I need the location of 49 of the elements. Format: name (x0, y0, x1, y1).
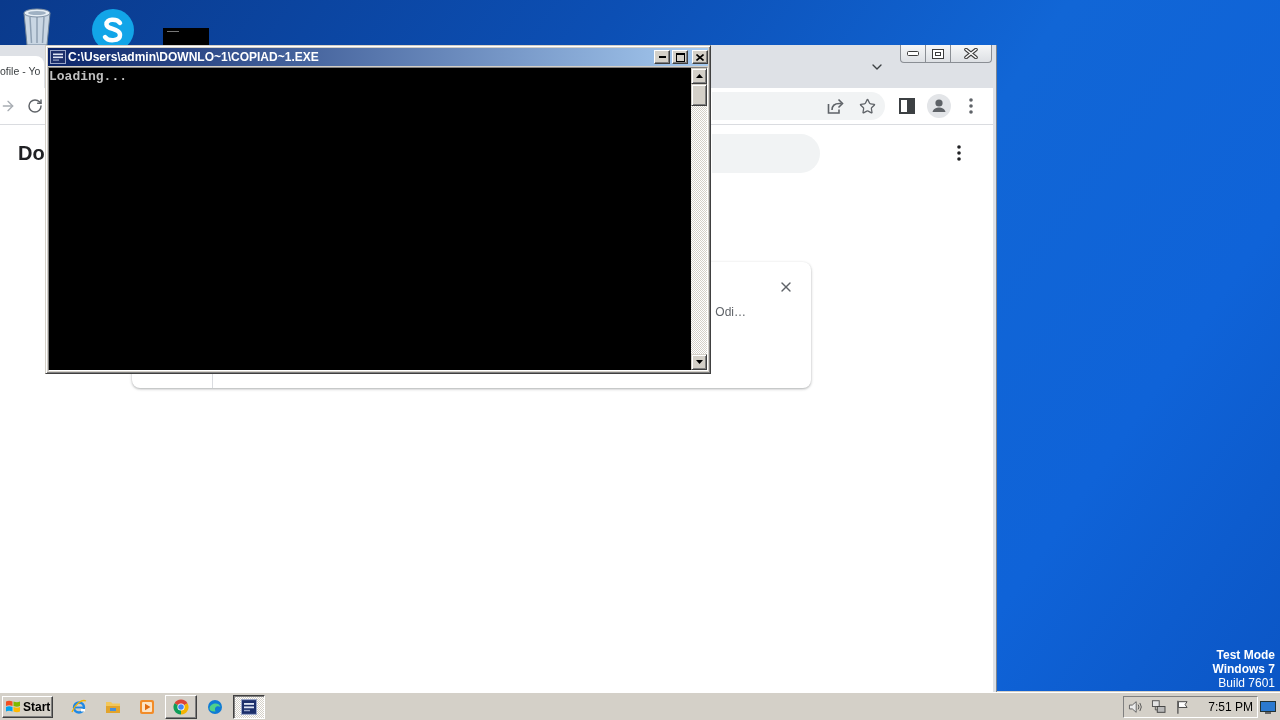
taskbar-button[interactable] (233, 694, 265, 719)
reload-button[interactable] (26, 97, 44, 115)
file-url-text: Odi… (715, 304, 746, 320)
minimize-icon (658, 56, 666, 58)
clock[interactable]: 7:51 PM (1208, 699, 1253, 714)
star-icon (858, 97, 876, 115)
start-button[interactable]: Start (2, 695, 53, 718)
console-thumbnail-icon[interactable] (163, 28, 209, 45)
desktop-notice-text: Build 7601 (1218, 676, 1275, 690)
scrollbar[interactable] (691, 68, 707, 370)
profile-icon (927, 94, 951, 118)
flag-logo-icon (5, 699, 21, 714)
window-title: C:\Users\admin\DOWNLO~1\COPIAD~1.EXE (68, 50, 320, 64)
menu-icon (969, 98, 973, 114)
close-button[interactable] (950, 45, 992, 63)
close-icon (964, 48, 978, 59)
play-icon (139, 698, 155, 715)
scroll-down-button[interactable] (691, 354, 707, 370)
profile-button[interactable] (925, 92, 953, 120)
more-icon (957, 145, 961, 161)
console-output-text: Loading... (49, 70, 127, 84)
desktop-notice-text: Windows 7 (1212, 662, 1275, 676)
minimize-button[interactable] (900, 45, 926, 63)
maximize-icon (675, 52, 685, 62)
maximize-button[interactable] (925, 45, 951, 63)
swirl-logo-icon (207, 698, 223, 715)
scrollbar-thumb[interactable] (691, 84, 707, 106)
triangle-up-icon (695, 74, 703, 78)
address-bar[interactable] (712, 92, 885, 120)
reload-icon (27, 98, 43, 114)
minimize-icon (907, 51, 919, 56)
scroll-up-button[interactable] (691, 68, 707, 84)
desktop-notice-text: Test Mode (1216, 648, 1275, 662)
speaker-icon[interactable] (1128, 698, 1144, 715)
maximize-icon (932, 48, 944, 59)
page-heading: Do (18, 141, 45, 165)
side-panel-icon (899, 98, 915, 114)
e-logo-icon (71, 698, 87, 715)
browser-tab[interactable]: ofile - Yo (0, 56, 44, 88)
search-field[interactable] (712, 133, 820, 173)
network-icon[interactable] (1151, 698, 1167, 715)
triangle-down-icon (695, 360, 703, 364)
share-icon (826, 98, 844, 114)
circle-logo-icon (173, 698, 189, 715)
show-desktop-icon[interactable] (1260, 698, 1276, 715)
flag-icon[interactable] (1174, 698, 1191, 715)
program-icon (241, 698, 257, 715)
program-icon (50, 50, 66, 64)
close-icon (696, 53, 704, 61)
